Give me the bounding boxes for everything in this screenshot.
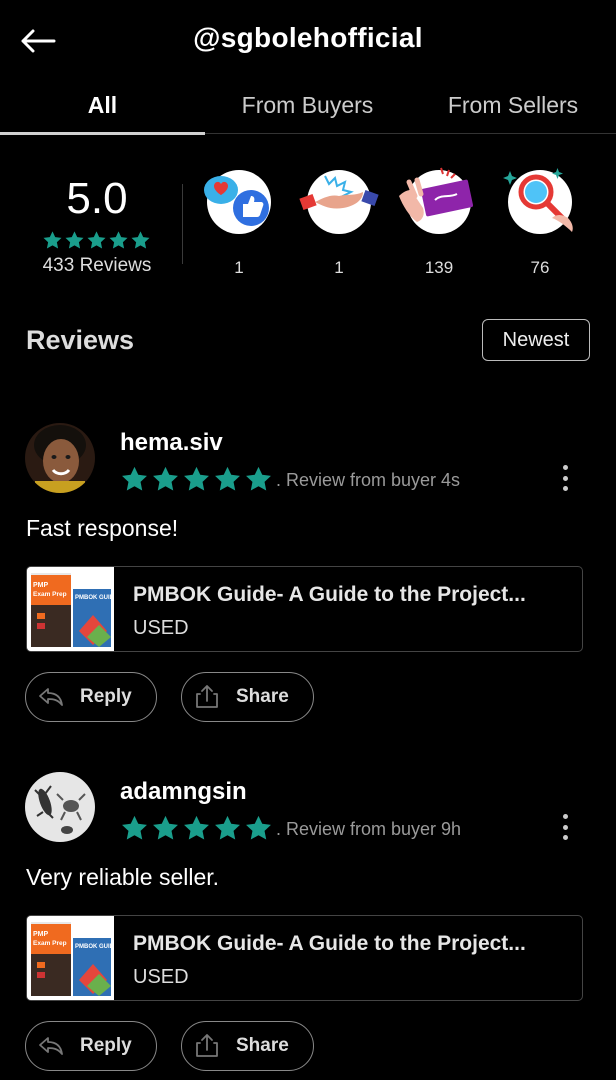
divider <box>182 184 183 264</box>
review-text: Fast response! <box>26 515 179 541</box>
share-button[interactable]: Share <box>181 1021 314 1071</box>
star-icon <box>42 230 63 251</box>
badge-like[interactable]: 1 <box>199 170 279 280</box>
share-icon <box>196 685 218 708</box>
product-condition: USED <box>133 966 189 988</box>
product-title: PMBOK Guide- A Guide to the Project... <box>133 583 526 606</box>
star-icon <box>120 465 149 494</box>
badge-count: 76 <box>530 258 550 277</box>
product-card[interactable]: PMBOK Guide- A Guide to the Project... U… <box>26 915 583 1001</box>
dot-icon <box>562 824 568 830</box>
reply-label: Reply <box>80 1035 132 1056</box>
product-title: PMBOK Guide- A Guide to the Project... <box>133 932 526 955</box>
avatar[interactable] <box>25 423 95 493</box>
product-condition: USED <box>133 617 189 639</box>
review-count: 433 Reviews <box>42 255 152 276</box>
dot-icon <box>562 486 568 491</box>
share-label: Share <box>236 1035 289 1056</box>
tab-bar: All From Buyers From Sellers <box>0 84 616 135</box>
rating-summary: 5.0 433 Reviews 1 1 139 76 <box>0 160 616 290</box>
share-label: Share <box>236 686 289 707</box>
star-icon <box>86 230 107 251</box>
avatar-image <box>25 772 95 842</box>
badge-search[interactable]: 76 <box>500 168 580 280</box>
star-icon <box>151 814 180 843</box>
more-options-button[interactable] <box>552 812 578 842</box>
handshake-icon <box>299 175 379 211</box>
reply-icon <box>39 688 63 706</box>
more-options-button[interactable] <box>552 463 578 493</box>
reviewer-name[interactable]: hema.siv <box>120 429 223 457</box>
star-icon <box>151 465 180 494</box>
star-icon <box>244 814 273 843</box>
review-stars <box>120 814 273 843</box>
review-card: hema.siv . Review from buyer 4s Fast res… <box>0 423 616 763</box>
star-icon <box>182 814 211 843</box>
like-heart-icon <box>204 176 269 226</box>
rating-score: 5.0 <box>66 174 128 223</box>
tab-from-sellers[interactable]: From Sellers <box>410 84 616 132</box>
page-title: @sgbolehofficial <box>193 22 423 53</box>
gift-card-icon <box>399 167 474 222</box>
header: @sgbolehofficial <box>0 0 616 84</box>
magnifier-icon <box>503 168 573 232</box>
reviews-heading: Reviews <box>26 325 135 355</box>
star-icon <box>213 465 242 494</box>
badge-gift[interactable]: 139 <box>399 167 479 280</box>
star-icon <box>108 230 129 251</box>
reply-button[interactable]: Reply <box>25 672 157 722</box>
sort-button[interactable]: Newest <box>482 319 590 361</box>
reply-icon <box>39 1037 63 1055</box>
reply-label: Reply <box>80 686 132 707</box>
product-card[interactable]: PMBOK Guide- A Guide to the Project... U… <box>26 566 583 652</box>
dot-icon <box>562 465 568 470</box>
dot-icon <box>562 475 568 481</box>
star-icon <box>130 230 151 251</box>
dot-icon <box>562 835 568 840</box>
product-thumbnail <box>27 916 114 1000</box>
rating-stars <box>42 230 151 251</box>
star-icon <box>213 814 242 843</box>
review-meta: . Review from buyer 9h <box>276 819 462 839</box>
share-icon <box>196 1034 218 1057</box>
share-button[interactable]: Share <box>181 672 314 722</box>
review-text: Very reliable seller. <box>26 864 220 890</box>
tab-all[interactable]: All <box>0 84 205 135</box>
badge-count: 139 <box>424 258 454 277</box>
badge-count: 1 <box>234 258 244 277</box>
dot-icon <box>562 814 568 819</box>
badge-handshake[interactable]: 1 <box>299 170 379 280</box>
avatar[interactable] <box>25 772 95 842</box>
star-icon <box>64 230 85 251</box>
reply-button[interactable]: Reply <box>25 1021 157 1071</box>
badge-count: 1 <box>334 258 344 277</box>
review-stars <box>120 465 273 494</box>
review-card: adamngsin . Review from buyer 9h Very re… <box>0 772 616 1080</box>
review-meta: . Review from buyer 4s <box>276 470 461 490</box>
reviewer-name[interactable]: adamngsin <box>120 778 247 806</box>
product-thumbnail <box>27 567 114 651</box>
star-icon <box>182 465 211 494</box>
tab-from-buyers[interactable]: From Buyers <box>205 84 410 132</box>
star-icon <box>120 814 149 843</box>
avatar-image <box>25 423 95 493</box>
star-icon <box>244 465 273 494</box>
